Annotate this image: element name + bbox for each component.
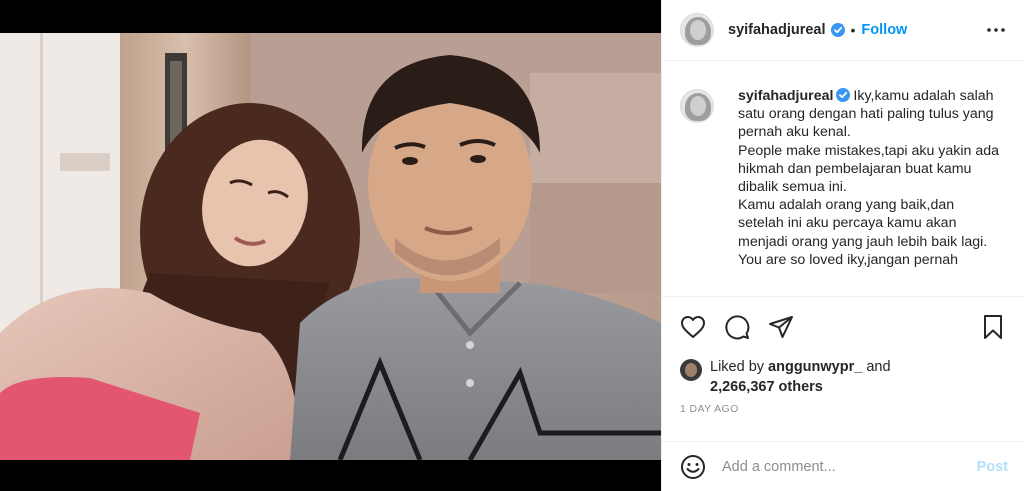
bookmark-icon[interactable] [980,314,1006,340]
caption-line: menjadi orang yang jauh lebih baik lagi. [738,233,988,250]
likes-summary: Liked by anggunwypr_ and 2,266,367 other… [662,357,1024,397]
follow-button[interactable]: Follow [861,22,907,38]
likes-prefix: Liked by [710,359,765,375]
verified-badge-icon [836,88,851,102]
comment-box: Post [662,441,1024,491]
caption-line: Kamu adalah orang yang baik,dan [738,197,955,214]
comment-input[interactable] [722,458,977,475]
post-media-panel [0,0,661,491]
caption-line: People make mistakes,tapi aku yakin ada [738,142,1000,159]
post-photo[interactable] [0,33,661,460]
author-username[interactable]: syifahadjureal [728,22,826,38]
caption-line: setelah ini aku percaya kamu akan [738,215,957,232]
comment-icon[interactable] [724,314,750,340]
caption-line: satu orang dengan hati paling tulus yang [738,106,994,123]
post-photo-illustration [0,33,661,460]
emoji-icon[interactable] [680,454,706,480]
caption-line: hikmah dan pembelajaran buat kamu [738,160,972,177]
heart-icon[interactable] [680,314,706,340]
caption-line: pernah aku kenal. [738,124,851,141]
likes-text: Liked by anggunwypr_ and 2,266,367 other… [710,357,891,397]
caption-username[interactable]: syifahadjureal [738,88,833,104]
caption-line: You are so loved iky,jangan pernah [738,251,959,268]
post-sidebar: syifahadjureal • Follow syifahadjureal Ik… [661,0,1024,491]
likes-conjunction: and [866,359,891,375]
likes-count[interactable]: 2,266,367 others [710,379,823,395]
caption-area: syifahadjureal Iky,kamu adalah salah satu… [662,61,1024,297]
share-icon[interactable] [768,314,794,340]
more-options-icon[interactable] [984,18,1008,42]
verified-badge-icon [830,23,845,37]
caption-line: dibalik semua ini. [738,179,847,196]
post-header: syifahadjureal • Follow [662,0,1024,61]
caption-line: Iky,kamu adalah salah [853,88,994,104]
author-avatar[interactable] [680,13,714,47]
liker-username[interactable]: anggunwypr_ [768,359,862,375]
header-separator: • [850,22,856,38]
caption-author-avatar[interactable] [680,89,714,123]
post-timestamp[interactable]: 1 DAY AGO [662,397,1024,437]
liker-avatar[interactable] [680,359,702,381]
action-bar [662,297,1024,357]
caption-text: syifahadjureal Iky,kamu adalah salah satu… [738,87,1012,296]
post-comment-button[interactable]: Post [977,459,1008,475]
